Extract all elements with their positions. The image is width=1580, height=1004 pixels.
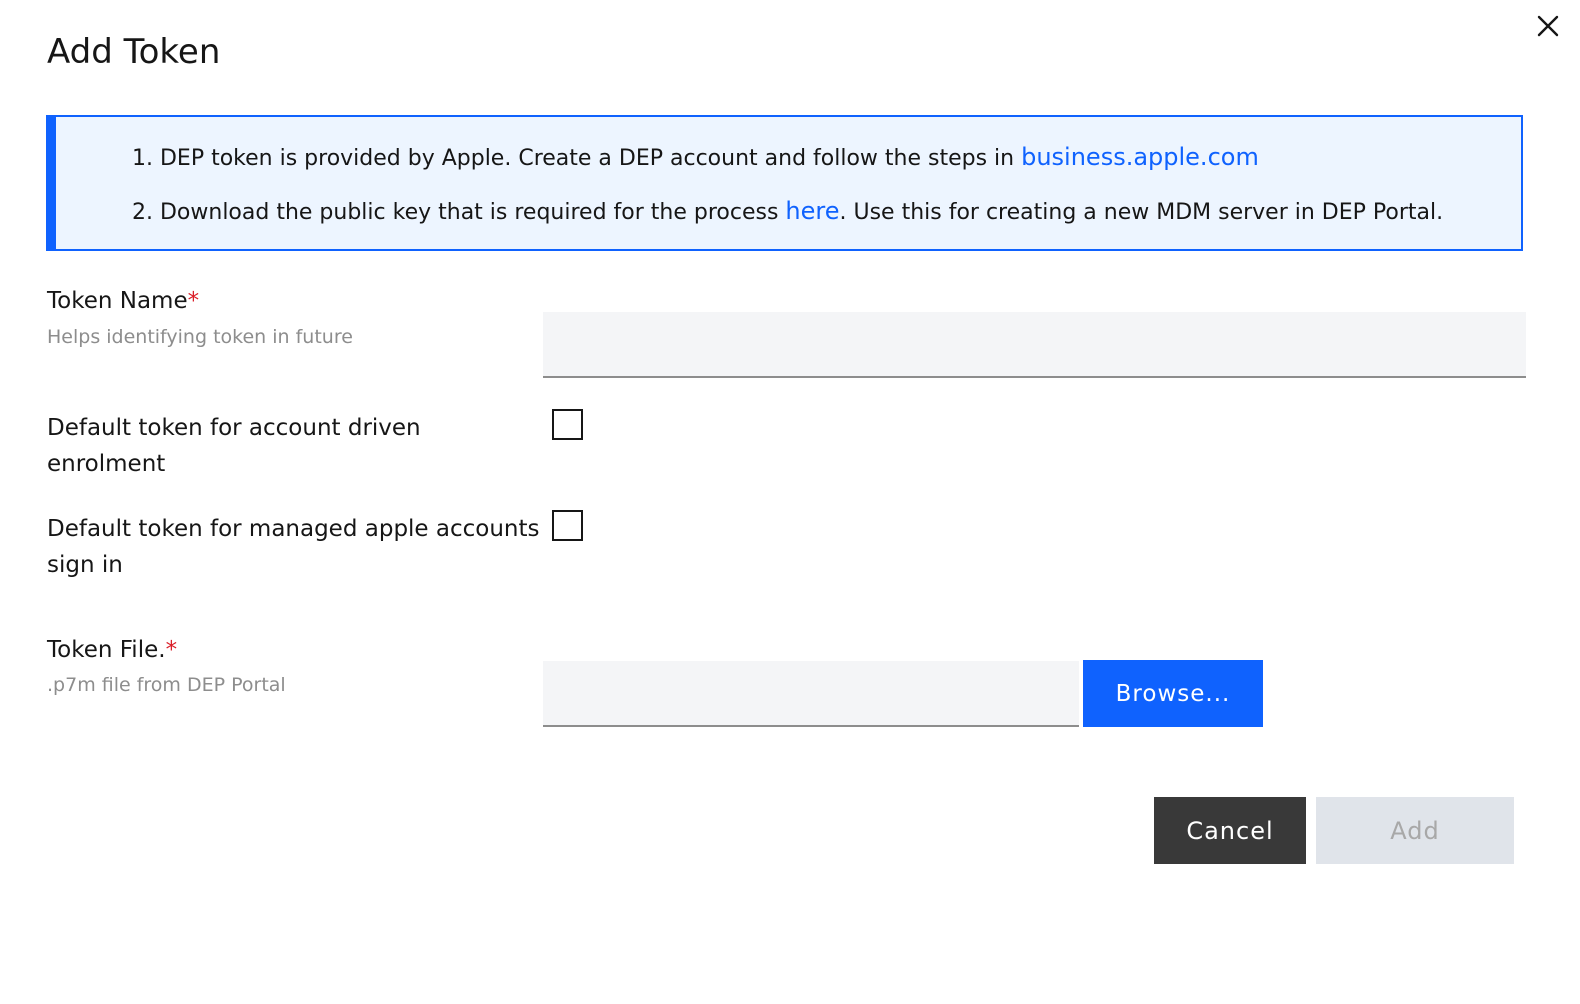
add-button[interactable]: Add bbox=[1316, 797, 1514, 864]
default-managed-apple-label: Default token for managed apple accounts… bbox=[47, 516, 540, 578]
info-line-2-suffix: . Use this for creating a new MDM server… bbox=[839, 200, 1444, 225]
required-marker: * bbox=[187, 288, 200, 314]
dialog-title: Add Token bbox=[47, 32, 221, 72]
default-account-driven-label: Default token for account driven enrolme… bbox=[47, 415, 421, 477]
token-file-label: Token File.* bbox=[47, 632, 177, 668]
info-line-1-text: 1. DEP token is provided by Apple. Creat… bbox=[132, 146, 1022, 171]
info-line-2: 2. Download the public key that is requi… bbox=[132, 196, 1443, 228]
business-apple-link[interactable]: business.apple.com bbox=[1021, 143, 1259, 171]
close-button[interactable] bbox=[1528, 6, 1568, 46]
info-line-2-prefix: 2. Download the public key that is requi… bbox=[132, 200, 786, 225]
token-file-help: .p7m file from DEP Portal bbox=[47, 674, 286, 696]
cancel-button[interactable]: Cancel bbox=[1154, 797, 1306, 864]
required-marker: * bbox=[165, 637, 178, 663]
close-icon bbox=[1537, 15, 1559, 37]
public-key-download-link[interactable]: here bbox=[785, 197, 839, 225]
browse-button[interactable]: Browse... bbox=[1083, 660, 1263, 727]
default-managed-apple-checkbox[interactable] bbox=[552, 510, 583, 541]
token-file-label-text: Token File. bbox=[47, 637, 166, 663]
token-name-label-text: Token Name bbox=[47, 288, 188, 314]
info-line-1: 1. DEP token is provided by Apple. Creat… bbox=[132, 142, 1259, 174]
token-file-input[interactable] bbox=[543, 661, 1079, 727]
info-notification: 1. DEP token is provided by Apple. Creat… bbox=[46, 115, 1523, 251]
token-name-label: Token Name* bbox=[47, 283, 199, 319]
token-name-input[interactable] bbox=[543, 312, 1526, 378]
default-account-driven-checkbox[interactable] bbox=[552, 409, 583, 440]
token-name-help: Helps identifying token in future bbox=[47, 326, 353, 348]
